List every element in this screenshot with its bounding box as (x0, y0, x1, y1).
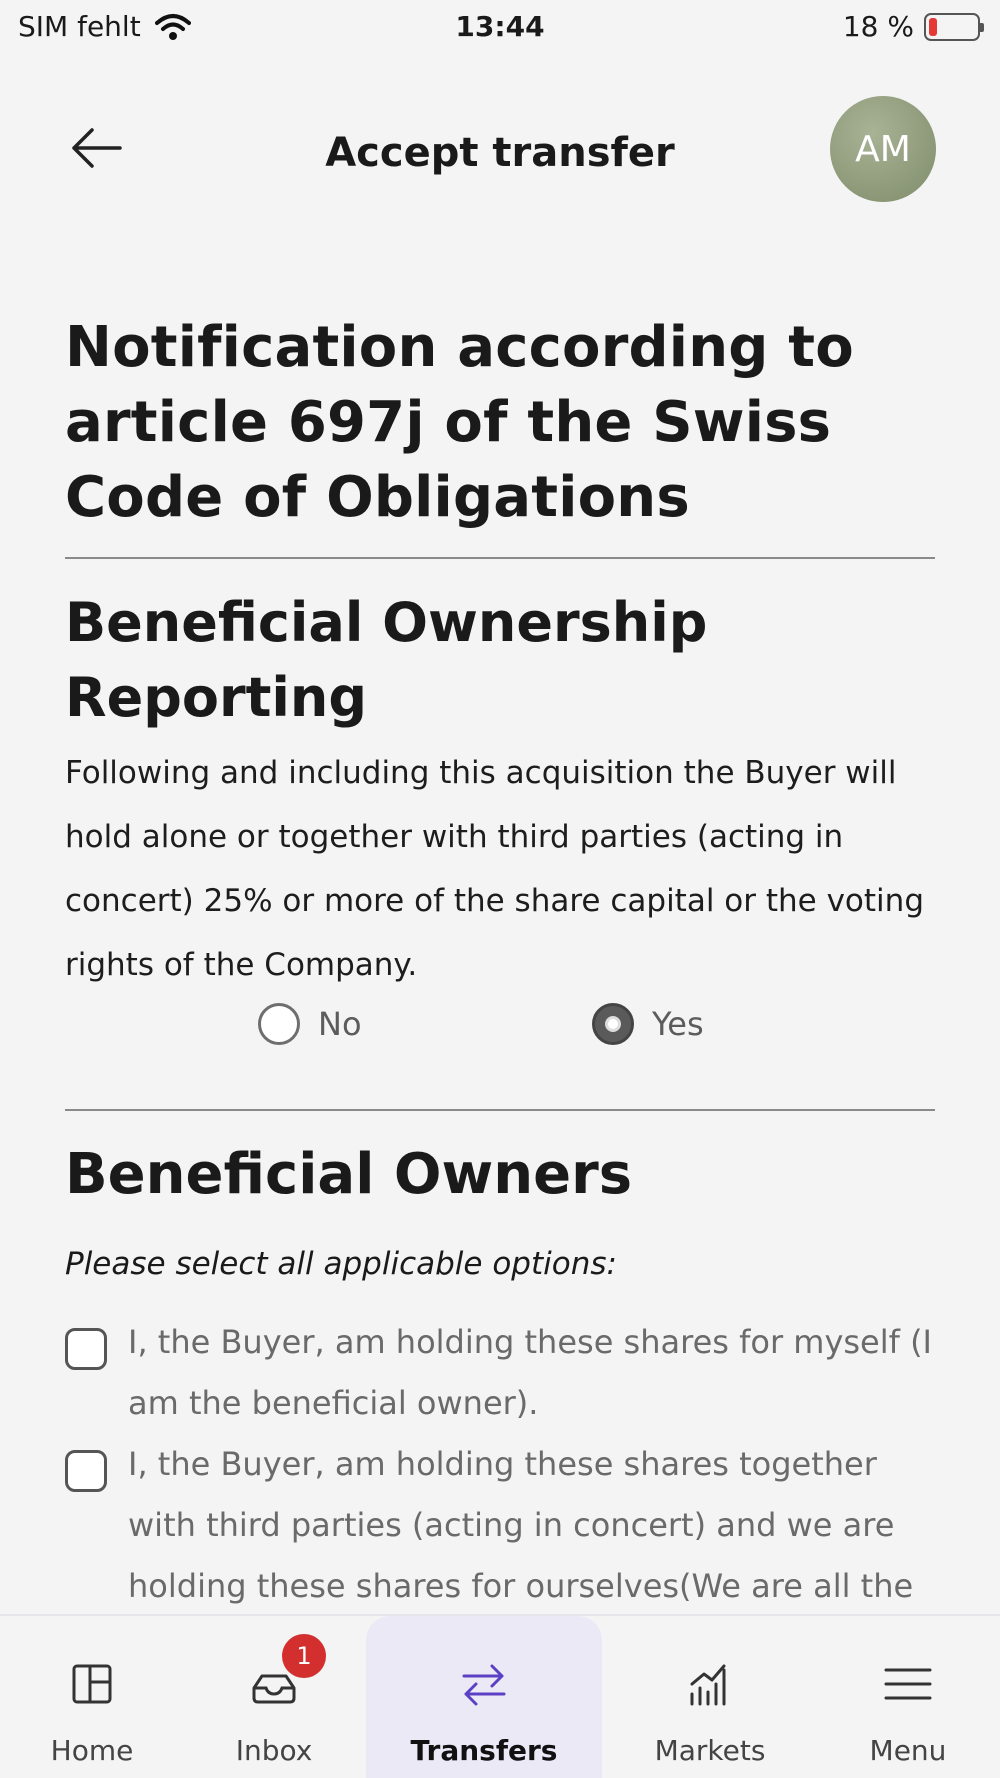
tab-menu[interactable]: Menu (838, 1616, 978, 1778)
owner-option-concert[interactable]: I, the Buyer, am holding these shares to… (65, 1434, 935, 1612)
checkbox-label-self: I, the Buyer, am holding these shares fo… (128, 1323, 932, 1422)
home-grid-icon (68, 1660, 116, 1708)
status-bar: SIM fehlt 13:44 18 % (0, 0, 1000, 56)
battery-percent: 18 % (842, 10, 914, 43)
battery-status: 18 % (842, 10, 984, 43)
radio-selected-dot (605, 1016, 621, 1032)
inbox-tray-icon: 1 (250, 1634, 326, 1708)
checkbox-self[interactable] (65, 1328, 107, 1370)
tab-label-inbox: Inbox (235, 1734, 313, 1767)
radio-label-no: No (318, 1005, 362, 1043)
owners-instruction: Please select all applicable options: (65, 1246, 617, 1282)
tab-transfers[interactable]: Transfers (366, 1616, 602, 1778)
transfer-arrows-icon (460, 1660, 508, 1708)
bottom-tab-bar: Home 1 Inbox Transfers Markets Menu (0, 1614, 1000, 1778)
scroll-area[interactable]: SIM fehlt 13:44 18 % Accept transfer AM … (0, 0, 1000, 1612)
form-content: Notification according to article 697j o… (65, 310, 935, 1612)
owners-title: Beneficial Owners (65, 1142, 633, 1207)
tab-home[interactable]: Home (22, 1616, 162, 1778)
checkbox-concert[interactable] (65, 1450, 107, 1492)
tab-markets[interactable]: Markets (640, 1616, 780, 1778)
checkbox-label-concert: I, the Buyer, am holding these shares to… (128, 1445, 914, 1605)
radio-option-yes[interactable]: Yes (592, 1003, 704, 1045)
radio-button-no[interactable] (258, 1003, 300, 1045)
radio-label-yes: Yes (652, 1005, 704, 1043)
tab-label-menu: Menu (869, 1734, 947, 1767)
reporting-text: Following and including this acquisition… (65, 755, 924, 983)
tab-label-transfers: Transfers (410, 1734, 558, 1767)
reporting-title: Beneficial Ownership Reporting (65, 591, 708, 729)
tab-inbox[interactable]: 1 Inbox (204, 1616, 344, 1778)
inbox-badge: 1 (282, 1634, 326, 1678)
divider (65, 1109, 935, 1111)
hamburger-menu-icon (884, 1660, 932, 1708)
chart-icon (686, 1660, 734, 1708)
avatar[interactable]: AM (830, 96, 936, 202)
radio-option-no[interactable]: No (258, 1003, 362, 1045)
tab-label-home: Home (50, 1734, 134, 1767)
divider (65, 557, 935, 559)
battery-icon (924, 12, 984, 41)
page-header: Accept transfer AM (0, 90, 1000, 210)
reporting-radio-group: No Yes (65, 995, 935, 1065)
tab-label-markets: Markets (654, 1734, 766, 1767)
owner-option-self[interactable]: I, the Buyer, am holding these shares fo… (65, 1312, 935, 1434)
notification-title: Notification according to article 697j o… (65, 315, 854, 530)
radio-button-yes[interactable] (592, 1003, 634, 1045)
